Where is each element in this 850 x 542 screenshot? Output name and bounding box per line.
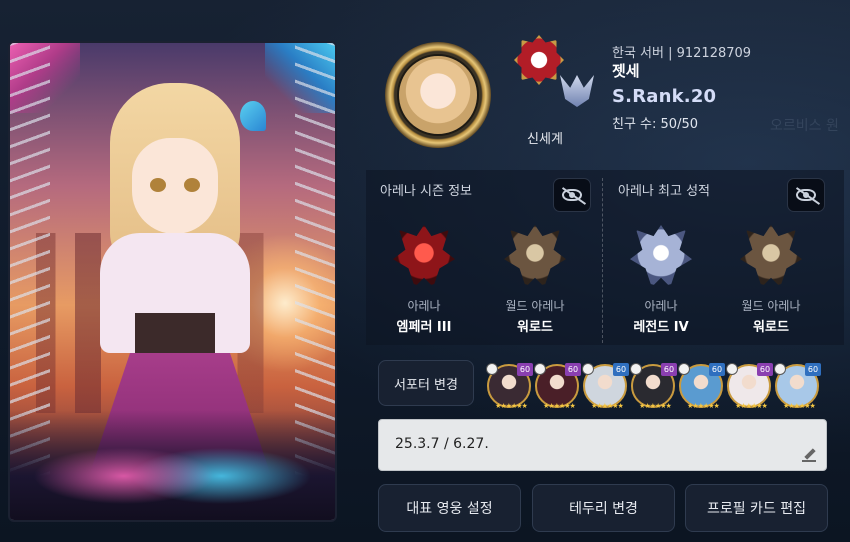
arena-season-section: 아레나 시즌 정보 아레나 엠페러 III 월드 아레나 워로드 [366, 170, 602, 345]
profile-avatar-frame[interactable] [385, 42, 491, 148]
profile-message-text: 25.3.7 / 6.27. [395, 436, 489, 452]
tier-value: 레전드 IV [633, 320, 689, 335]
tier-category: 월드 아레나 [741, 299, 801, 313]
change-supporter-button[interactable]: 서포터 변경 [378, 360, 474, 406]
shield-icon [582, 363, 594, 375]
hero-star-rating: ★★★★★★ [591, 402, 624, 410]
world-name: 신세계 [527, 132, 563, 147]
supporter-hero-portrait[interactable]: 60 ★★★★★★ [486, 363, 533, 410]
skull-icon [726, 363, 738, 375]
tier-value: 워로드 [517, 320, 553, 335]
season-arena-tier: 아레나 엠페러 III [369, 225, 479, 335]
tier-category: 아레나 [407, 299, 441, 313]
wolf-emblem-icon [514, 35, 564, 85]
friend-count: 친구 수: 50/50 [612, 117, 698, 132]
character-eye-right [184, 178, 200, 192]
hero-level-badge: 60 [805, 363, 821, 376]
tier-value: 엠페러 III [396, 320, 452, 335]
hero-level-badge: 60 [565, 363, 581, 376]
crown-icon [486, 363, 498, 375]
eye-slash-icon [796, 189, 816, 201]
supporter-hero-portrait[interactable]: 60 ★★★★★★ [774, 363, 821, 410]
hide-best-toggle[interactable] [787, 178, 825, 212]
sword-icon [534, 363, 546, 375]
section-divider [602, 178, 603, 343]
hero-level-badge: 60 [661, 363, 677, 376]
profile-card-illustration [10, 43, 335, 520]
hero-star-rating: ★★★★★★ [543, 402, 576, 410]
hero-level-badge: 60 [757, 363, 773, 376]
arena-best-section: 아레나 최고 성적 아레나 레전드 IV 월드 아레나 워로드 [604, 170, 844, 345]
arena-info-panel: 아레나 시즌 정보 아레나 엠페러 III 월드 아레나 워로드 아레나 최고 … [366, 170, 844, 345]
legend-badge-icon [630, 225, 692, 287]
edit-profile-card-button[interactable]: 프로필 카드 편집 [685, 484, 828, 532]
profile-message-field[interactable]: 25.3.7 / 6.27. [378, 419, 827, 471]
tier-category: 월드 아레나 [505, 299, 565, 313]
pencil-icon[interactable] [802, 448, 816, 462]
butterfly-icon [240, 101, 266, 131]
wing-icon [774, 363, 786, 375]
set-representative-hero-button[interactable]: 대표 영웅 설정 [378, 484, 521, 532]
hero-level-badge: 60 [709, 363, 725, 376]
hero-level-badge: 60 [613, 363, 629, 376]
supporter-hero-portrait[interactable]: 60 ★★★★★★ [630, 363, 677, 410]
change-border-button[interactable]: 테두리 변경 [532, 484, 675, 532]
supporter-hero-portrait[interactable]: 60 ★★★★★★ [726, 363, 773, 410]
best-world-arena-tier: 월드 아레나 워로드 [716, 225, 826, 335]
supporter-hero-portrait[interactable]: 60 ★★★★★★ [678, 363, 725, 410]
background-faded-text: 오르비스 원 [770, 118, 839, 134]
hero-star-rating: ★★★★★★ [639, 402, 672, 410]
hero-star-rating: ★★★★★★ [687, 402, 720, 410]
arena-best-title: 아레나 최고 성적 [618, 184, 710, 199]
player-name: 젯세 [612, 62, 640, 80]
hero-star-rating: ★★★★★★ [495, 402, 528, 410]
season-world-arena-tier: 월드 아레나 워로드 [480, 225, 590, 335]
butterfly-bottom-ornament [10, 410, 335, 520]
arena-season-title: 아레나 시즌 정보 [380, 184, 472, 199]
server-info: 한국 서버 | 912128709 [612, 46, 752, 61]
hero-star-rating: ★★★★★★ [735, 402, 768, 410]
supporter-hero-portrait[interactable]: 60 ★★★★★★ [582, 363, 629, 410]
warlord-badge-icon [504, 225, 566, 287]
tier-category: 아레나 [644, 299, 678, 313]
gem-icon [678, 363, 690, 375]
best-arena-tier: 아레나 레전드 IV [606, 225, 716, 335]
helm-icon [630, 363, 642, 375]
hero-level-badge: 60 [517, 363, 533, 376]
tier-value: 워로드 [753, 320, 789, 335]
character-eye-left [150, 178, 166, 192]
avatar [397, 54, 479, 136]
character-face [132, 138, 218, 234]
emperor-badge-icon [393, 225, 455, 287]
player-rank: S.Rank.20 [612, 86, 717, 107]
hide-season-toggle[interactable] [553, 178, 591, 212]
hero-star-rating: ★★★★★★ [783, 402, 816, 410]
eye-slash-icon [562, 189, 582, 201]
warlord-badge-icon [740, 225, 802, 287]
supporter-hero-portrait[interactable]: 60 ★★★★★★ [534, 363, 581, 410]
guild-emblem[interactable] [510, 35, 570, 101]
